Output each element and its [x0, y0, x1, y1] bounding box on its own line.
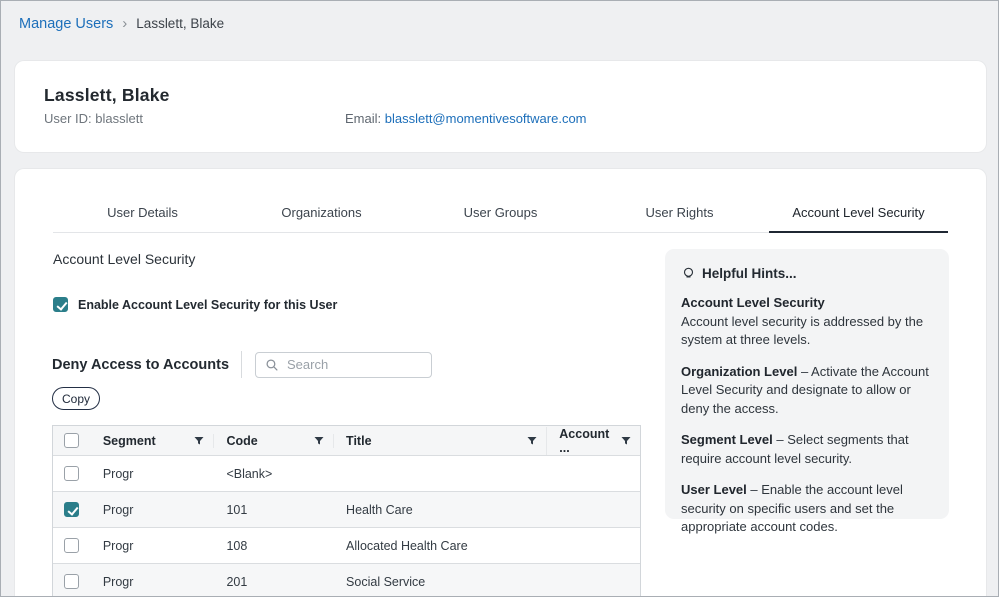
search-icon — [265, 358, 279, 372]
tab-user-details[interactable]: User Details — [53, 198, 232, 232]
filter-icon-code[interactable] — [313, 435, 325, 447]
deny-access-header: Deny Access to Accounts — [52, 351, 432, 378]
breadcrumb-current-page: Lasslett, Blake — [136, 16, 224, 31]
breadcrumb: Manage Users › Lasslett, Blake — [19, 15, 224, 32]
table-row[interactable]: Progr <Blank> — [53, 455, 640, 491]
hint-item: User Level – Enable the account level se… — [681, 481, 933, 537]
app-window: Manage Users › Lasslett, Blake Lasslett,… — [0, 0, 999, 597]
hint-item: Account Level SecurityAccount level secu… — [681, 294, 933, 350]
cell-code: <Blank> — [226, 467, 272, 481]
tab-user-rights[interactable]: User Rights — [590, 198, 769, 232]
search-box[interactable] — [255, 352, 432, 378]
enable-als-row[interactable]: Enable Account Level Security for this U… — [53, 297, 337, 312]
hints-title-row: Helpful Hints... — [681, 266, 933, 281]
hints-title: Helpful Hints... — [702, 266, 797, 281]
tab-user-groups[interactable]: User Groups — [411, 198, 590, 232]
hint-item: Organization Level – Activate the Accoun… — [681, 363, 933, 419]
user-id-text: User ID: blasslett — [44, 111, 143, 126]
cell-segment: Progr — [103, 467, 134, 481]
row-checkbox[interactable] — [64, 538, 79, 553]
email-link[interactable]: blasslett@momentivesoftware.com — [385, 111, 587, 126]
lightbulb-icon — [681, 266, 696, 281]
copy-button[interactable]: Copy — [52, 387, 100, 410]
user-summary-card: Lasslett, Blake User ID: blasslett Email… — [15, 61, 986, 152]
cell-title: Allocated Health Care — [346, 539, 468, 553]
table-row[interactable]: Progr 201 Social Service — [53, 563, 640, 597]
breadcrumb-manage-users-link[interactable]: Manage Users — [19, 16, 113, 32]
hint-heading: Account Level Security — [681, 294, 933, 313]
enable-als-checkbox[interactable] — [53, 297, 68, 312]
filter-icon-title[interactable] — [526, 435, 538, 447]
hint-heading: User Level — [681, 482, 747, 497]
table-row[interactable]: Progr 108 Allocated Health Care — [53, 527, 640, 563]
email-label: Email: — [345, 111, 385, 126]
row-checkbox[interactable] — [64, 502, 79, 517]
deny-access-title: Deny Access to Accounts — [52, 357, 229, 373]
col-header-account: Account ... — [559, 427, 620, 455]
filter-icon-account[interactable] — [620, 435, 632, 447]
hint-body: Account level security is addressed by t… — [681, 314, 923, 348]
select-all-checkbox[interactable] — [64, 433, 79, 448]
cell-code: 108 — [226, 539, 247, 553]
breadcrumb-chevron-icon: › — [122, 15, 127, 32]
row-checkbox[interactable] — [64, 466, 79, 481]
cell-title: Social Service — [346, 575, 425, 589]
tab-account-level-security[interactable]: Account Level Security — [769, 198, 948, 232]
hint-heading: Organization Level — [681, 364, 797, 379]
tab-organizations[interactable]: Organizations — [232, 198, 411, 232]
deny-accounts-table: Segment Code Title Account ... Progr <Bl… — [52, 425, 641, 597]
table-header-row: Segment Code Title Account ... — [53, 426, 640, 455]
vertical-divider — [241, 351, 242, 378]
cell-code: 101 — [226, 503, 247, 517]
search-input[interactable] — [287, 357, 417, 372]
row-checkbox[interactable] — [64, 574, 79, 589]
main-panel-card: User Details Organizations User Groups U… — [15, 169, 986, 597]
cell-title: Health Care — [346, 503, 413, 517]
cell-segment: Progr — [103, 575, 134, 589]
hint-heading: Segment Level — [681, 432, 773, 447]
cell-segment: Progr — [103, 503, 134, 517]
col-header-code: Code — [226, 434, 257, 448]
cell-code: 201 — [226, 575, 247, 589]
hint-item: Segment Level – Select segments that req… — [681, 431, 933, 468]
user-name-heading: Lasslett, Blake — [44, 85, 170, 106]
table-row[interactable]: Progr 101 Health Care — [53, 491, 640, 527]
cell-segment: Progr — [103, 539, 134, 553]
section-title: Account Level Security — [53, 251, 195, 267]
user-email-row: Email: blasslett@momentivesoftware.com — [345, 111, 587, 126]
filter-icon-segment[interactable] — [193, 435, 205, 447]
col-header-segment: Segment — [103, 434, 156, 448]
helpful-hints-panel: Helpful Hints... Account Level SecurityA… — [665, 249, 949, 519]
col-header-title: Title — [346, 434, 371, 448]
tab-bar: User Details Organizations User Groups U… — [53, 198, 948, 233]
enable-als-label: Enable Account Level Security for this U… — [78, 298, 337, 312]
